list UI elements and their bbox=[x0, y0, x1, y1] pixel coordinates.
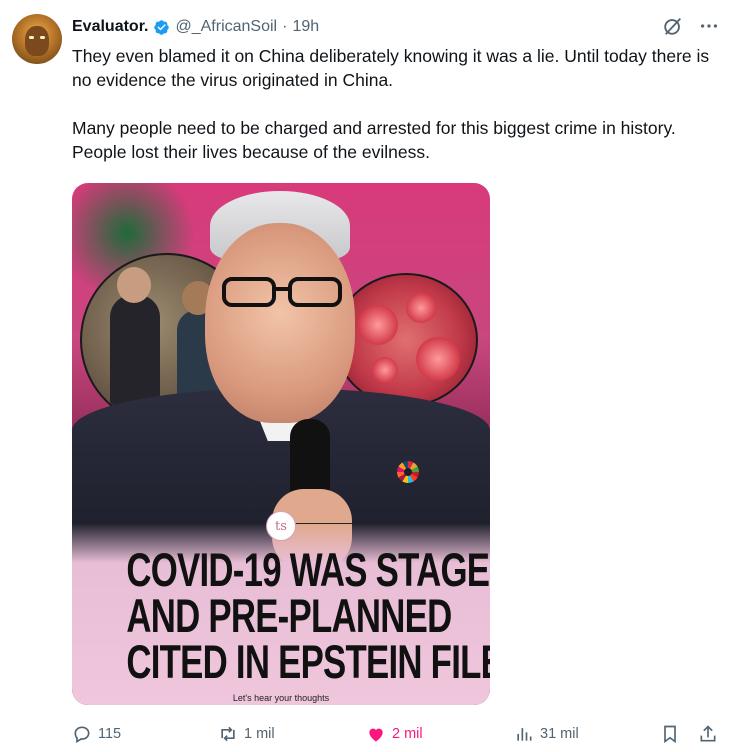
tweet-header: Evaluator. @_AfricanSoil · 19h bbox=[72, 16, 319, 38]
tweet-timestamp[interactable]: 19h bbox=[292, 18, 319, 36]
avatar-eye bbox=[29, 36, 34, 39]
grok-icon[interactable] bbox=[662, 15, 684, 37]
like-count: 2 mil bbox=[392, 726, 423, 742]
repost-icon bbox=[221, 726, 235, 742]
heart-icon bbox=[369, 728, 383, 742]
portrait-face bbox=[205, 223, 355, 423]
tweet-top-actions bbox=[662, 15, 720, 37]
tweet-paragraph: They even blamed it on China deliberatel… bbox=[72, 46, 710, 90]
figure-head bbox=[117, 267, 151, 303]
author-avatar[interactable] bbox=[12, 14, 62, 64]
headline-line: AND PRE-PLANNED bbox=[126, 589, 452, 642]
avatar-face bbox=[25, 26, 49, 56]
glasses bbox=[222, 277, 342, 307]
image-headline: COVID-19 WAS STAGED AND PRE-PLANNED CITE… bbox=[126, 543, 490, 688]
figure bbox=[110, 295, 160, 405]
repost-count: 1 mil bbox=[244, 726, 275, 742]
separator: · bbox=[282, 18, 288, 35]
views-button[interactable]: 31 mil bbox=[514, 722, 579, 746]
like-button[interactable]: 2 mil bbox=[366, 722, 423, 746]
virus-particle bbox=[416, 337, 460, 381]
publisher-logo: ts bbox=[266, 511, 296, 541]
bookmark-icon bbox=[664, 725, 676, 744]
image-caption: Let's hear your thoughts bbox=[232, 693, 330, 703]
share-icon bbox=[700, 725, 716, 742]
views-count: 31 mil bbox=[540, 726, 579, 742]
lapel-pin bbox=[397, 461, 419, 483]
verified-badge-icon bbox=[154, 19, 170, 35]
virus-particle bbox=[406, 293, 436, 323]
reply-button[interactable]: 115 bbox=[72, 722, 121, 746]
tweet-text: They even blamed it on China deliberatel… bbox=[72, 44, 712, 164]
virus-particle bbox=[358, 305, 398, 345]
tweet-image[interactable]: ts COVID-19 WAS STAGED AND PRE-PLANNED C… bbox=[72, 183, 490, 705]
avatar-eye bbox=[40, 36, 45, 39]
tweet-action-bar: 115 1 mil 2 mil 31 mil bbox=[72, 722, 722, 746]
headline-line: COVID-19 WAS STAGED bbox=[126, 543, 490, 596]
virus-particle bbox=[372, 357, 398, 383]
headline-line: CITED IN EPSTEIN FILES bbox=[126, 635, 490, 688]
reply-icon bbox=[74, 726, 90, 743]
views-icon bbox=[517, 728, 532, 741]
repost-button[interactable]: 1 mil bbox=[218, 722, 275, 746]
tweet-paragraph: Many people need to be charged and arres… bbox=[72, 118, 676, 162]
bookmark-button[interactable] bbox=[660, 722, 680, 746]
author-name[interactable]: Evaluator. bbox=[72, 18, 148, 36]
author-handle[interactable]: @_AfricanSoil bbox=[175, 18, 277, 36]
share-button[interactable] bbox=[698, 722, 718, 746]
reply-count: 115 bbox=[98, 726, 122, 742]
more-icon[interactable] bbox=[698, 15, 720, 37]
inset-virus-image bbox=[334, 273, 478, 407]
